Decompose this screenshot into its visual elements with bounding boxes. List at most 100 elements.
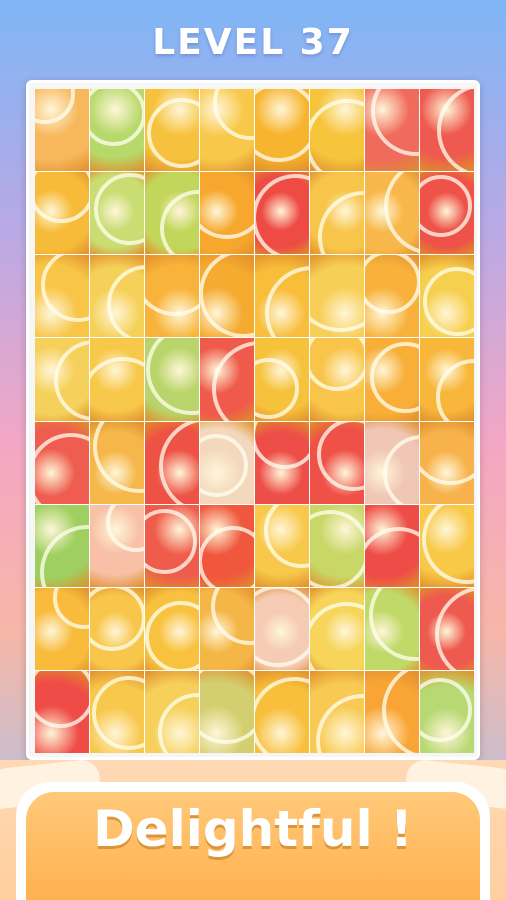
puzzle-tile[interactable] [255, 338, 309, 421]
citrus-slice-decoration [200, 670, 254, 744]
citrus-slice-decoration [310, 509, 364, 587]
puzzle-tile[interactable] [200, 89, 254, 172]
citrus-slice-decoration [255, 174, 309, 255]
puzzle-tile[interactable] [365, 89, 419, 172]
citrus-slice-decoration [255, 587, 309, 667]
puzzle-tile[interactable] [200, 587, 254, 670]
citrus-slice-decoration [90, 89, 144, 146]
citrus-slice-decoration [310, 99, 364, 172]
puzzle-tile[interactable] [310, 504, 364, 587]
puzzle-tile[interactable] [255, 255, 309, 338]
puzzle-tile[interactable] [200, 421, 254, 504]
puzzle-tile[interactable] [420, 255, 474, 338]
citrus-slice-decoration [420, 175, 472, 238]
puzzle-tile[interactable] [90, 338, 144, 421]
citrus-slice-decoration [310, 255, 364, 333]
citrus-slice-decoration [371, 89, 419, 156]
puzzle-tile[interactable] [310, 421, 364, 504]
puzzle-tile[interactable] [255, 421, 309, 504]
puzzle-board [26, 80, 480, 760]
puzzle-tile[interactable] [310, 89, 364, 172]
puzzle-tile[interactable] [145, 338, 199, 421]
puzzle-tile[interactable] [90, 421, 144, 504]
puzzle-tile[interactable] [365, 504, 419, 587]
puzzle-tile[interactable] [420, 421, 474, 504]
puzzle-tile[interactable] [420, 172, 474, 255]
citrus-slice-decoration [93, 421, 144, 493]
puzzle-tile[interactable] [35, 587, 89, 670]
puzzle-tile[interactable] [200, 255, 254, 338]
puzzle-tile[interactable] [255, 172, 309, 255]
puzzle-tile[interactable] [365, 421, 419, 504]
citrus-slice-decoration [365, 255, 419, 315]
citrus-slice-decoration [213, 89, 254, 140]
puzzle-tile[interactable] [365, 587, 419, 670]
puzzle-tile[interactable] [35, 172, 89, 255]
puzzle-tile[interactable] [310, 587, 364, 670]
puzzle-tile[interactable] [200, 670, 254, 753]
puzzle-tile[interactable] [255, 89, 309, 172]
puzzle-tile[interactable] [420, 338, 474, 421]
citrus-slice-decoration [90, 587, 144, 651]
citrus-slice-decoration [147, 98, 199, 168]
puzzle-tile[interactable] [35, 421, 89, 504]
puzzle-tile[interactable] [145, 255, 199, 338]
puzzle-tile[interactable] [145, 421, 199, 504]
puzzle-tile[interactable] [200, 338, 254, 421]
citrus-slice-decoration [41, 255, 89, 323]
puzzle-tile[interactable] [420, 670, 474, 753]
puzzle-tile[interactable] [90, 504, 144, 587]
puzzle-tile[interactable] [310, 670, 364, 753]
puzzle-tile[interactable] [90, 255, 144, 338]
puzzle-tile[interactable] [35, 670, 89, 753]
puzzle-tile[interactable] [90, 670, 144, 753]
citrus-slice-decoration [40, 524, 89, 587]
citrus-slice-decoration [160, 190, 199, 255]
puzzle-tile[interactable] [145, 89, 199, 172]
puzzle-tile[interactable] [35, 255, 89, 338]
puzzle-tile[interactable] [420, 89, 474, 172]
puzzle-tile[interactable] [145, 670, 199, 753]
puzzle-tile[interactable] [310, 338, 364, 421]
citrus-slice-decoration [90, 357, 144, 421]
citrus-slice-decoration [159, 421, 199, 504]
puzzle-tile[interactable] [255, 504, 309, 587]
citrus-slice-decoration [35, 432, 89, 504]
puzzle-tile[interactable] [310, 172, 364, 255]
puzzle-tile[interactable] [90, 89, 144, 172]
citrus-slice-decoration [35, 172, 89, 224]
puzzle-tile[interactable] [145, 172, 199, 255]
puzzle-tile[interactable] [90, 172, 144, 255]
citrus-slice-decoration [212, 341, 254, 421]
puzzle-tile[interactable] [255, 670, 309, 753]
citrus-slice-decoration [365, 526, 419, 587]
citrus-slice-decoration [255, 676, 309, 753]
citrus-slice-decoration [35, 89, 75, 124]
puzzle-tile[interactable] [365, 338, 419, 421]
puzzle-tile[interactable] [145, 587, 199, 670]
puzzle-tile[interactable] [365, 172, 419, 255]
citrus-slice-decoration [383, 434, 419, 504]
citrus-slice-decoration [264, 504, 309, 568]
citrus-slice-decoration [370, 342, 419, 414]
puzzle-tile[interactable] [310, 255, 364, 338]
citrus-slice-decoration [106, 504, 144, 552]
puzzle-tile[interactable] [255, 587, 309, 670]
puzzle-tile[interactable] [365, 255, 419, 338]
puzzle-tile[interactable] [35, 89, 89, 172]
citrus-slice-decoration [420, 677, 472, 742]
puzzle-tile[interactable] [200, 172, 254, 255]
citrus-slice-decoration [369, 587, 419, 661]
citrus-slice-decoration [53, 587, 89, 629]
puzzle-tile[interactable] [90, 587, 144, 670]
puzzle-tile[interactable] [365, 670, 419, 753]
puzzle-tile[interactable] [420, 587, 474, 670]
puzzle-tile[interactable] [145, 504, 199, 587]
citrus-slice-decoration [146, 338, 199, 416]
citrus-slice-decoration [317, 421, 364, 491]
puzzle-tile[interactable] [35, 338, 89, 421]
puzzle-tile[interactable] [200, 504, 254, 587]
puzzle-tile[interactable] [35, 504, 89, 587]
puzzle-tile[interactable] [420, 504, 474, 587]
citrus-slice-decoration [145, 600, 199, 670]
